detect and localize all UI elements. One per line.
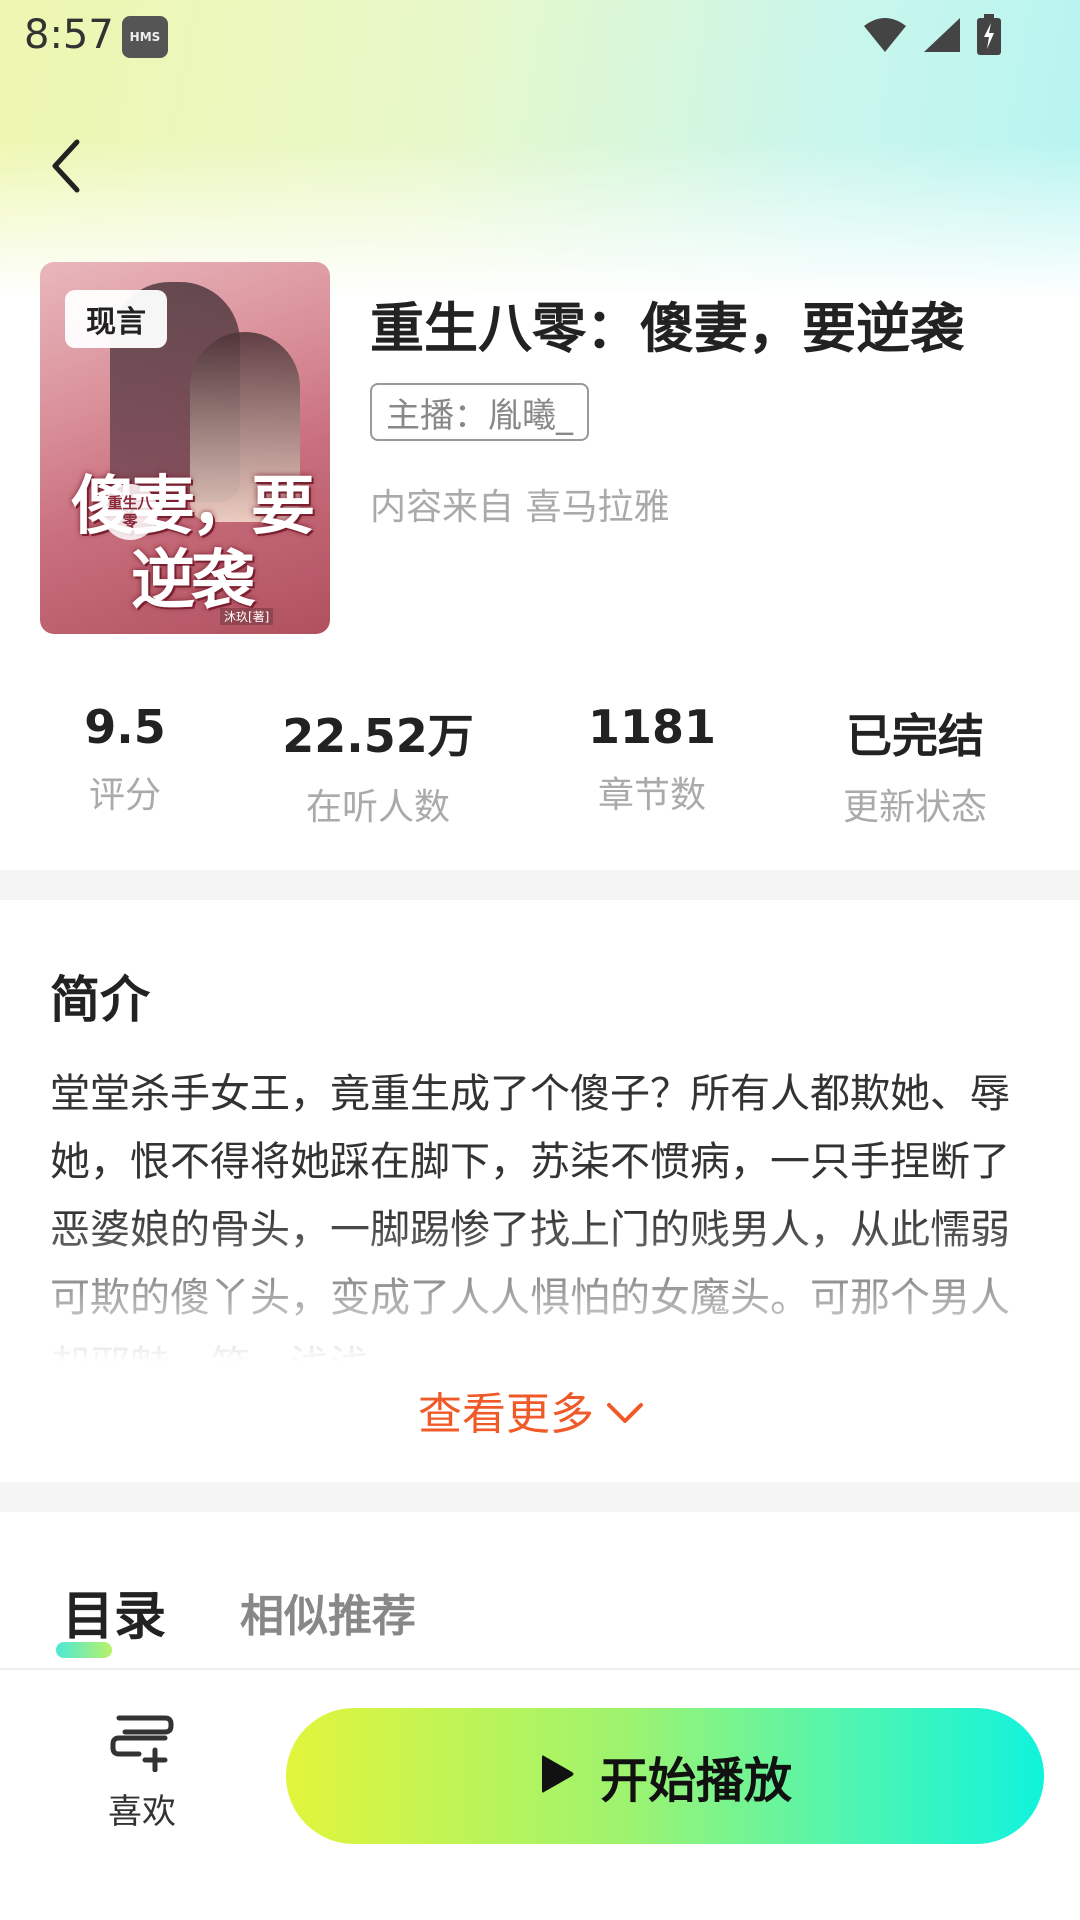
see-more-button[interactable]: 查看更多 xyxy=(418,1378,644,1442)
tab-similar[interactable]: 相似推荐 xyxy=(240,1580,416,1644)
stat-label: 更新状态 xyxy=(842,787,988,828)
stat-label: 章节数 xyxy=(597,775,706,816)
cover-series-mark: 重生八零 xyxy=(102,484,158,540)
back-button[interactable] xyxy=(40,138,92,198)
cover-author-mark: 沐玖[著] xyxy=(220,608,274,625)
tab-catalog[interactable]: 目录 xyxy=(62,1574,166,1649)
intro-heading: 简介 xyxy=(50,971,150,1029)
stat-label: 评分 xyxy=(88,775,161,816)
stat-value: 已完结 xyxy=(845,709,984,763)
like-label: 喜欢 xyxy=(108,1792,176,1832)
stats-row: 9.5 评分 22.52万 在听人数 1181 章节数 已完结 更新状态 xyxy=(0,700,1080,840)
battery-charging-icon xyxy=(976,14,1002,60)
stat-chapters: 1181 章节数 xyxy=(588,700,716,818)
stat-value: 22.52万 xyxy=(282,709,474,763)
status-icons xyxy=(862,14,1002,60)
stat-label: 在听人数 xyxy=(305,787,451,828)
start-play-button[interactable]: 开始播放 xyxy=(286,1708,1044,1844)
section-divider xyxy=(0,870,1080,900)
add-to-playlist-icon xyxy=(109,1712,175,1776)
status-time: 8:57 xyxy=(24,12,114,58)
book-title: 重生八零：傻妻，要逆袭 xyxy=(370,297,964,360)
chevron-down-icon xyxy=(606,1385,644,1436)
signal-icon xyxy=(922,16,962,58)
intro-fade xyxy=(50,1212,1030,1362)
wifi-icon xyxy=(862,16,908,58)
content-source: 内容来自 喜马拉雅 xyxy=(370,487,670,528)
hms-badge: HMS xyxy=(122,16,168,58)
chevron-left-icon xyxy=(49,138,83,198)
tabs-divider xyxy=(0,1668,1080,1670)
play-icon xyxy=(538,1752,576,1800)
narrator-tag[interactable]: 主播：胤曦_ xyxy=(370,383,589,441)
like-button[interactable]: 喜欢 xyxy=(92,1712,192,1842)
play-label: 开始播放 xyxy=(599,1753,792,1809)
section-divider xyxy=(0,1482,1080,1512)
intro-text-box: 堂堂杀手女王，竟重生成了个傻子？所有人都欺她、辱她，恨不得将她踩在脚下，苏柒不惯… xyxy=(50,1060,1030,1362)
stat-value: 9.5 xyxy=(84,700,166,754)
stat-value: 1181 xyxy=(587,700,717,754)
cover-title-art: 傻妻，要逆袭 xyxy=(71,469,315,618)
see-more-label: 查看更多 xyxy=(418,1389,594,1440)
genre-tag: 现言 xyxy=(65,290,167,348)
stat-update-status: 已完结 更新状态 xyxy=(843,700,987,830)
stat-rating: 9.5 评分 xyxy=(84,700,166,818)
status-bar: 8:57 HMS xyxy=(0,0,1080,72)
content-tabs: 目录 相似推荐 xyxy=(0,1560,1080,1670)
stat-listeners: 22.52万 在听人数 xyxy=(282,700,474,830)
